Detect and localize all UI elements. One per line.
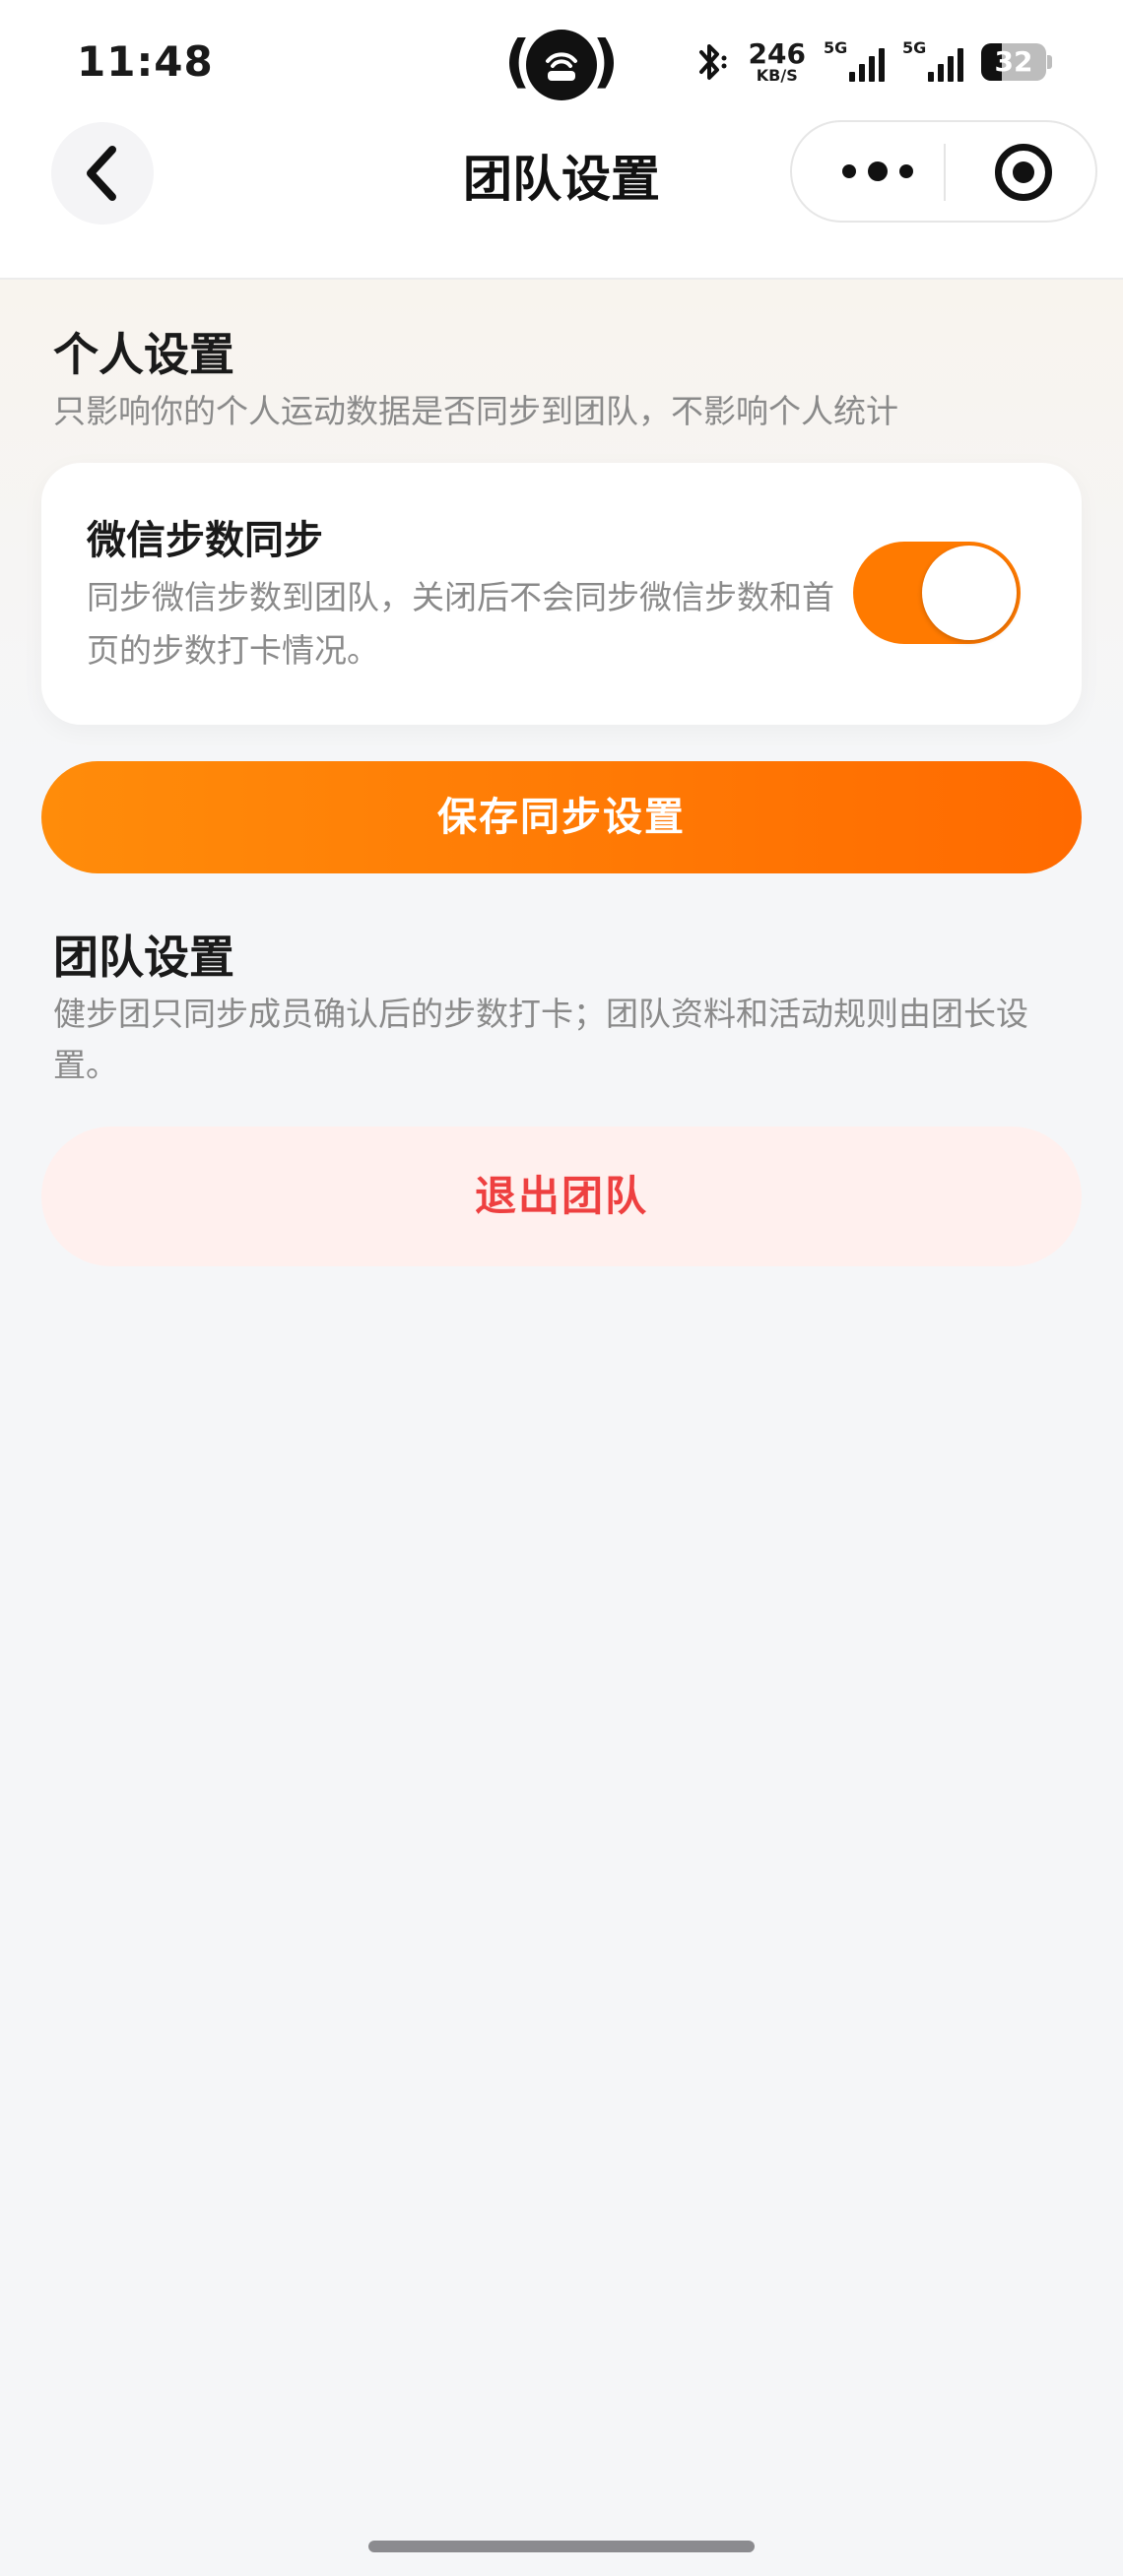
- network-speed: 246 KB/S: [748, 37, 806, 85]
- personal-section-desc: 只影响你的个人运动数据是否同步到团队，不影响个人统计: [53, 392, 898, 430]
- status-time: 11:48: [77, 37, 214, 86]
- status-icons: 246 KB/S 5G 5G 32: [694, 37, 1052, 87]
- wechat-sync-title: 微信步数同步: [87, 518, 323, 563]
- team-section-title: 团队设置: [53, 931, 234, 984]
- toggle-knob: [922, 546, 1017, 640]
- mini-program-capsule: [790, 120, 1097, 223]
- personal-section-title: 个人设置: [53, 328, 234, 381]
- signal-icon: 5G: [902, 38, 963, 84]
- more-dots-icon[interactable]: [833, 122, 922, 221]
- hotspot-icon: ( ): [504, 26, 619, 104]
- team-section-desc: 健步团只同步成员确认后的步数打卡；团队资料和活动规则由团长设置。: [53, 995, 1028, 1084]
- battery-icon: 32: [981, 43, 1052, 81]
- wechat-sync-toggle[interactable]: [853, 542, 1021, 644]
- battery-level: 32: [994, 45, 1033, 78]
- nav-bar: 团队设置: [0, 118, 1123, 280]
- target-circle-icon[interactable]: [995, 144, 1052, 201]
- quit-team-button[interactable]: 退出团队: [41, 1127, 1082, 1266]
- home-indicator[interactable]: [368, 2541, 755, 2552]
- wechat-sync-card: 微信步数同步 同步微信步数到团队，关闭后不会同步微信步数和首页的步数打卡情况。: [41, 463, 1082, 725]
- page: 11:48 ( ) 246 KB/S 5G 5G 32 团队设置 个人设置 只影…: [0, 0, 1123, 2576]
- save-sync-button[interactable]: 保存同步设置: [41, 761, 1082, 873]
- bluetooth-icon: [694, 40, 731, 84]
- status-bar: 11:48 ( ) 246 KB/S 5G 5G 32: [0, 0, 1123, 118]
- wechat-sync-desc: 同步微信步数到团队，关闭后不会同步微信步数和首页的步数打卡情况。: [87, 578, 834, 670]
- signal-icon: 5G: [824, 38, 885, 84]
